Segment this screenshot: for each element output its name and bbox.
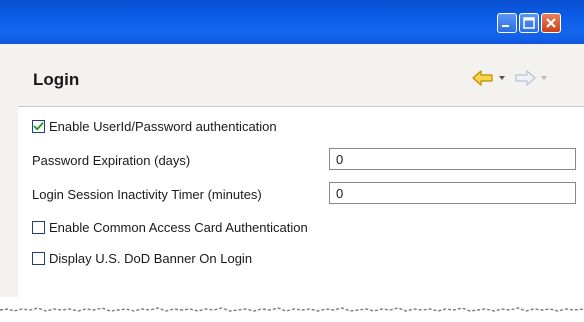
window: Login Enable UserId/Password authenticat… — [0, 0, 584, 322]
page-title: Login — [33, 70, 80, 89]
check-icon — [33, 122, 44, 131]
torn-edge-decoration — [0, 307, 584, 312]
maximize-button[interactable] — [519, 13, 539, 33]
arrow-right-icon — [515, 70, 536, 86]
page-header: Login — [18, 50, 578, 106]
dod-banner-checkbox[interactable] — [32, 252, 45, 265]
password-expiration-field[interactable] — [329, 148, 576, 170]
chevron-down-icon-disabled — [541, 76, 547, 80]
enable-cac-label: Enable Common Access Card Authentication — [49, 220, 308, 235]
close-icon — [546, 18, 556, 28]
dod-banner-option[interactable]: Display U.S. DoD Banner On Login — [32, 251, 252, 266]
password-expiration-label: Password Expiration (days) — [32, 153, 191, 168]
enable-cac-option[interactable]: Enable Common Access Card Authentication — [32, 220, 308, 235]
login-settings-form: Enable UserId/Password authentication Pa… — [18, 107, 584, 297]
minimize-icon — [502, 25, 509, 27]
title-bar[interactable] — [0, 0, 584, 44]
arrow-left-icon[interactable] — [472, 70, 494, 86]
enable-userid-password-checkbox[interactable] — [32, 120, 45, 133]
close-button[interactable] — [541, 13, 561, 33]
enable-cac-checkbox[interactable] — [32, 221, 45, 234]
minimize-button[interactable] — [497, 13, 517, 33]
dod-banner-label: Display U.S. DoD Banner On Login — [49, 251, 253, 266]
session-timer-label: Login Session Inactivity Timer (minutes) — [32, 187, 262, 202]
chevron-down-icon[interactable] — [498, 74, 506, 82]
maximize-icon — [523, 17, 535, 29]
enable-userid-password-option[interactable]: Enable UserId/Password authentication — [32, 119, 277, 134]
enable-userid-password-label: Enable UserId/Password authentication — [49, 119, 277, 134]
session-timer-field[interactable] — [329, 182, 576, 204]
